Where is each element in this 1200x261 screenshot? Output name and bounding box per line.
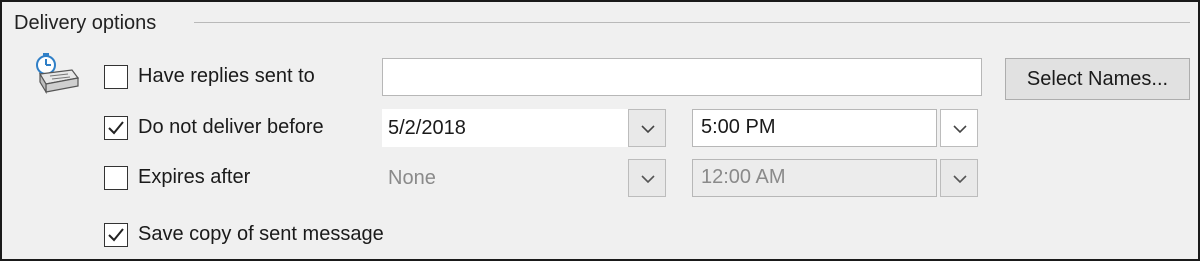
chevron-down-icon <box>641 125 655 134</box>
expires-date-dropdown[interactable] <box>628 159 666 197</box>
do-not-deliver-row: Do not deliver before 5/2/2018 5:00 PM <box>2 109 1198 147</box>
deliver-time-field[interactable]: 5:00 PM <box>692 109 937 147</box>
expires-label: Expires after <box>138 166 251 188</box>
save-copy-label: Save copy of sent message <box>138 223 384 245</box>
deliver-date-field[interactable]: 5/2/2018 <box>382 109 628 147</box>
replies-checkbox[interactable] <box>104 65 128 89</box>
save-copy-checkbox[interactable] <box>104 223 128 247</box>
expires-row: Expires after None 12:00 AM <box>2 159 1198 197</box>
deliver-time-dropdown[interactable] <box>940 109 978 147</box>
expires-checkbox[interactable] <box>104 166 128 190</box>
chevron-down-icon <box>953 125 967 134</box>
checkmark-icon <box>108 228 124 242</box>
chevron-down-icon <box>641 175 655 184</box>
deliver-date-dropdown[interactable] <box>628 109 666 147</box>
replies-label: Have replies sent to <box>138 65 315 87</box>
delivery-options-panel: Delivery options Have replies sent to Se… <box>0 0 1200 261</box>
chevron-down-icon <box>953 175 967 184</box>
select-names-button[interactable]: Select Names... <box>1005 58 1190 100</box>
group-divider <box>194 22 1190 23</box>
do-not-deliver-checkbox[interactable] <box>104 116 128 140</box>
expires-date-field[interactable]: None <box>382 159 628 197</box>
expires-time-field[interactable]: 12:00 AM <box>692 159 937 197</box>
checkmark-icon <box>108 121 124 135</box>
replies-input[interactable] <box>382 58 982 96</box>
expires-time-dropdown[interactable] <box>940 159 978 197</box>
do-not-deliver-label: Do not deliver before <box>138 116 324 138</box>
group-title: Delivery options <box>14 12 157 34</box>
save-copy-row: Save copy of sent message <box>2 216 1198 254</box>
